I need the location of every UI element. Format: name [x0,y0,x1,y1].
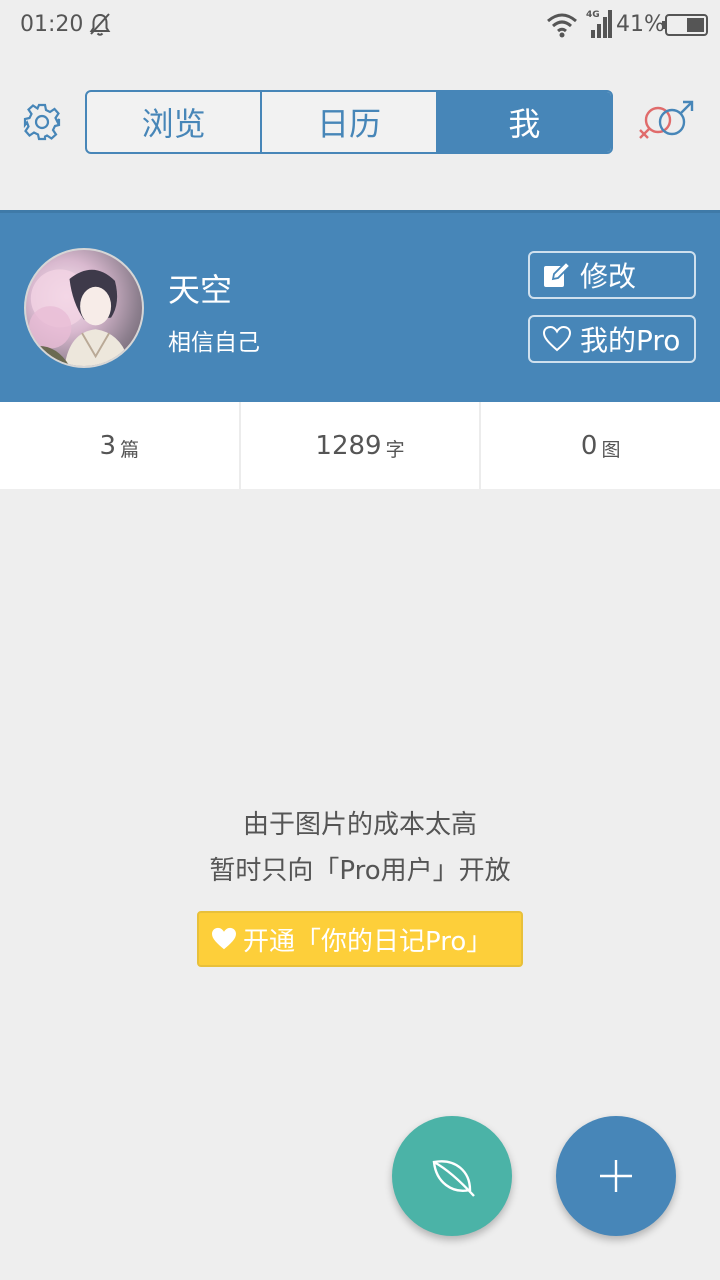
username: 天空 [168,271,233,309]
view-switcher: 浏览 日历 我 [85,90,613,154]
network-type: 4G [586,10,600,20]
stat-entries[interactable]: 3 篇 [0,402,241,489]
pro-label: 我的Pro [580,324,681,357]
edit-profile-button[interactable]: 修改 [528,251,696,299]
upgrade-pro-button[interactable]: 开通「你的日记Pro」 [197,911,523,967]
heart-icon [542,325,572,352]
avatar[interactable] [24,248,144,368]
tab-browse[interactable]: 浏览 [87,92,263,152]
status-bar: 01:20 4G 41% [0,0,720,52]
battery-percent: 41% [616,12,665,37]
mute-bell-icon [89,13,111,36]
wifi-icon [547,13,577,38]
stat-unit: 图 [601,439,621,461]
add-entry-button[interactable] [556,1116,676,1236]
stat-value: 0 [580,430,598,461]
leaf-icon [432,1160,475,1197]
stat-images[interactable]: 0 图 [481,402,720,489]
stat-value: 1289 [315,430,382,461]
user-motto: 相信自己 [168,330,260,356]
stat-unit: 字 [385,439,405,461]
battery-icon [662,14,708,36]
stat-value: 3 [99,430,117,461]
leaf-button[interactable] [392,1116,512,1236]
stat-words[interactable]: 1289 字 [241,402,482,489]
gear-icon[interactable] [22,102,62,142]
stats-bar: 3 篇 1289 字 0 图 [0,402,720,489]
tab-calendar[interactable]: 日历 [262,92,438,152]
stat-unit: 篇 [120,439,140,461]
plus-icon [600,1160,632,1192]
notice-line-2: 暂时只向「Pro用户」开放 [209,856,511,886]
gender-icon[interactable] [636,98,698,146]
my-pro-button[interactable]: 我的Pro [528,315,696,363]
status-time: 01:20 [20,12,84,37]
profile-card: 天空 相信自己 修改 我的Pro [0,210,720,402]
heart-icon [212,927,236,950]
edit-icon [544,261,572,287]
upgrade-pro-label: 开通「你的日记Pro」 [243,926,493,957]
notice-line-1: 由于图片的成本太高 [242,810,477,840]
edit-label: 修改 [580,260,637,293]
tab-me[interactable]: 我 [437,92,611,152]
